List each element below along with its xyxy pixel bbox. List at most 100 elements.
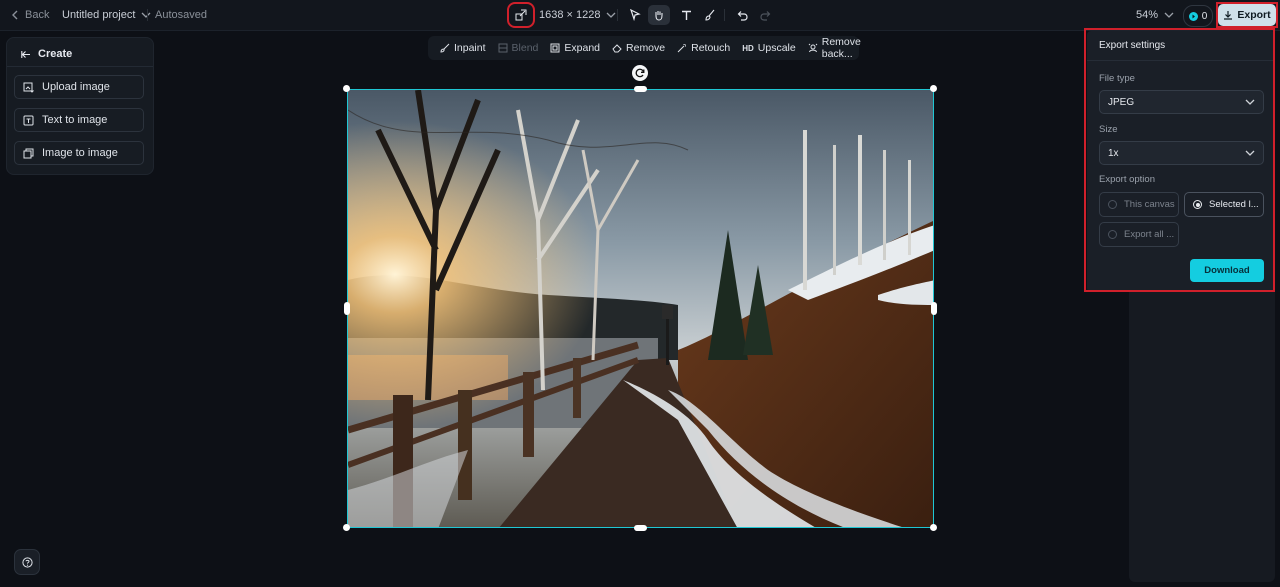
rotate-icon [635, 68, 645, 78]
back-button[interactable]: Back [11, 0, 49, 30]
divider [147, 9, 148, 21]
resize-canvas-button[interactable] [507, 2, 535, 28]
option-label: Export all ... [1124, 229, 1175, 240]
rotate-handle[interactable] [632, 65, 648, 81]
project-name-dropdown[interactable]: Untitled project [62, 0, 151, 30]
eraser-icon [612, 43, 622, 53]
expand-button[interactable]: Expand [544, 36, 606, 60]
undo-icon [736, 10, 748, 21]
remove-background-label: Remove back... [821, 36, 861, 60]
remove-button[interactable]: Remove [606, 36, 671, 60]
credits-badge[interactable]: 0 [1183, 5, 1213, 27]
brush-tool-button[interactable] [699, 5, 721, 25]
chevron-down-icon [606, 11, 616, 19]
download-button[interactable]: Download [1190, 259, 1264, 282]
remove-background-icon [808, 43, 818, 53]
text-image-icon [23, 115, 34, 126]
credits-icon [1188, 11, 1198, 21]
magic-wand-icon [677, 43, 687, 53]
help-button[interactable] [14, 549, 40, 575]
upscale-label: Upscale [757, 42, 796, 54]
option-this-canvas[interactable]: This canvas [1099, 192, 1179, 217]
create-title: Create [38, 48, 73, 60]
resize-icon [515, 9, 527, 21]
canvas-size-dropdown[interactable]: 1638 × 1228 [539, 0, 616, 30]
upscale-button[interactable]: HD Upscale [736, 36, 802, 60]
hd-icon: HD [742, 43, 754, 53]
option-export-all[interactable]: Export all ... [1099, 222, 1179, 247]
text-tool-button[interactable] [675, 5, 697, 25]
image-to-image-button[interactable]: Image to image [14, 141, 144, 165]
radio-button-selected [1193, 200, 1202, 209]
highlight-frame [1216, 2, 1278, 28]
divider [724, 9, 725, 21]
redo-icon [760, 10, 772, 21]
zoom-dropdown[interactable]: 54% [1136, 0, 1174, 30]
create-panel-header[interactable]: Create [21, 45, 72, 63]
text-icon [681, 10, 692, 21]
collapse-arrow-icon [21, 50, 31, 59]
image-to-image-label: Image to image [42, 147, 118, 159]
zoom-level: 54% [1136, 9, 1159, 21]
divider [617, 9, 618, 21]
create-panel: Create Upload image Text to image Image … [6, 37, 154, 175]
export-option-label: Export option [1099, 174, 1155, 185]
inpaint-button[interactable]: Inpaint [434, 36, 492, 60]
text-to-image-label: Text to image [42, 114, 108, 126]
canvas-size: 1638 × 1228 [539, 9, 601, 21]
retouch-label: Retouch [691, 42, 731, 54]
blend-label: Blend [511, 42, 539, 54]
resize-handle-top[interactable] [634, 86, 647, 92]
size-label: Size [1099, 124, 1118, 135]
retouch-button[interactable]: Retouch [671, 36, 736, 60]
resize-handle-bottom-right[interactable] [930, 524, 937, 531]
size-value: 1x [1108, 147, 1119, 159]
brush-icon [704, 9, 716, 21]
chevron-down-icon [1245, 98, 1255, 106]
undo-button[interactable] [731, 5, 753, 25]
resize-handle-bottom[interactable] [634, 525, 647, 531]
chevron-down-icon [1164, 11, 1174, 19]
radio-button [1108, 200, 1117, 209]
file-type-label: File type [1099, 73, 1135, 84]
expand-label: Expand [564, 42, 601, 54]
image-tools-strip: Inpaint Blend Expand Remove Retouch HD U… [428, 36, 861, 60]
remove-background-button[interactable]: Remove back... [802, 36, 867, 60]
resize-handle-top-right[interactable] [930, 85, 937, 92]
hand-tool-button[interactable] [648, 5, 670, 25]
remove-label: Remove [626, 42, 666, 54]
hand-icon [653, 9, 665, 21]
export-settings-panel: Export settings File type JPEG Size 1x E… [1087, 31, 1275, 292]
autosave-status: Autosaved [155, 9, 207, 21]
resize-handle-right[interactable] [931, 302, 937, 315]
text-to-image-button[interactable]: Text to image [14, 108, 144, 132]
file-type-select[interactable]: JPEG [1099, 90, 1264, 114]
blend-button[interactable]: Blend [492, 36, 545, 60]
file-type-value: JPEG [1108, 96, 1135, 108]
help-icon [21, 556, 33, 568]
resize-handle-bottom-left[interactable] [343, 524, 350, 531]
credits-count: 0 [1201, 10, 1208, 22]
image-stack-icon [23, 148, 34, 159]
chevron-left-icon [11, 10, 19, 20]
upload-image-label: Upload image [42, 81, 110, 93]
winter-landscape-photo [348, 90, 933, 527]
cursor-arrow-icon [629, 9, 641, 21]
blend-icon [498, 43, 508, 53]
divider [1087, 60, 1275, 61]
export-settings-title: Export settings [1099, 40, 1166, 51]
radio-button [1108, 230, 1117, 239]
canvas-image[interactable] [347, 89, 934, 528]
upload-image-button[interactable]: Upload image [14, 75, 144, 99]
resize-handle-left[interactable] [344, 302, 350, 315]
redo-button[interactable] [755, 5, 777, 25]
project-name: Untitled project [62, 9, 136, 21]
size-select[interactable]: 1x [1099, 141, 1264, 165]
inpaint-icon [440, 43, 450, 53]
expand-icon [550, 43, 560, 53]
select-tool-button[interactable] [624, 5, 646, 25]
option-selected-layers[interactable]: Selected l... [1184, 192, 1264, 217]
resize-handle-top-left[interactable] [343, 85, 350, 92]
inpaint-label: Inpaint [454, 42, 486, 54]
option-label: This canvas [1124, 199, 1175, 210]
